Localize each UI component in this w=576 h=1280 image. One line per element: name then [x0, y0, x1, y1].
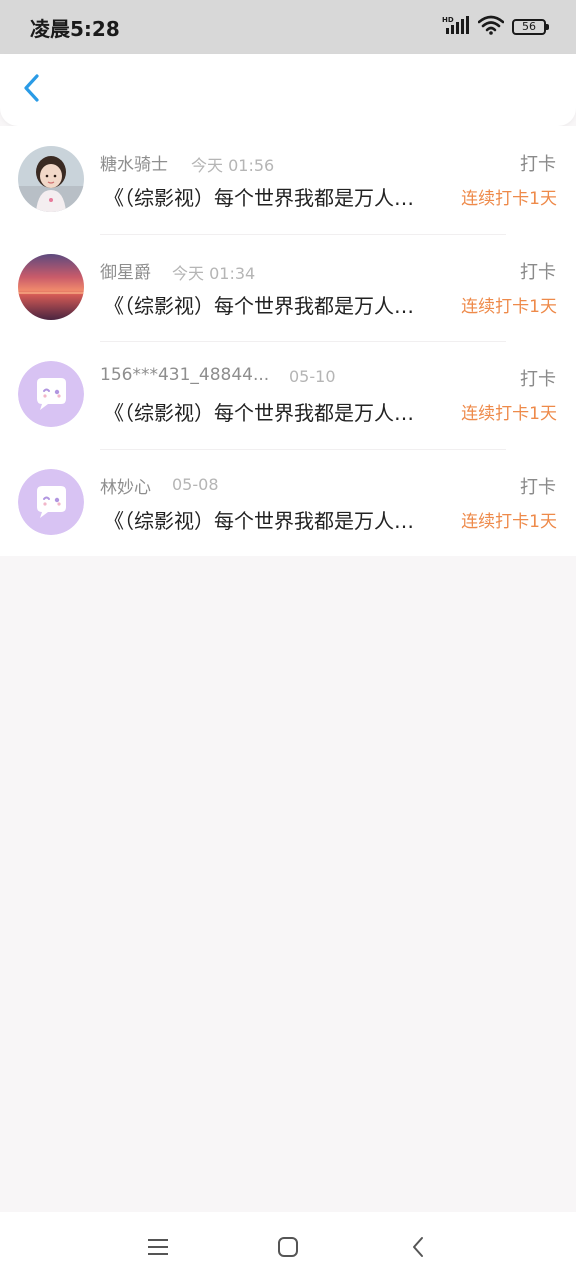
- battery-icon: 56: [512, 19, 549, 35]
- list-item[interactable]: 林妙心 05-08 《（综影视）每个世界我都是万人… 打卡 连续打卡1天: [0, 448, 576, 557]
- streak-label: 连续打卡1天: [461, 404, 557, 424]
- status-bar: 凌晨5:28 HD 56: [0, 0, 576, 54]
- list-item[interactable]: 御星爵 今天 01:34 《（综影视）每个世界我都是万人… 打卡 连续打卡1天: [0, 233, 576, 342]
- back-button[interactable]: [14, 72, 50, 108]
- hd-signal-icon: HD: [442, 15, 470, 39]
- menu-icon[interactable]: [143, 1232, 173, 1262]
- back-triangle-icon[interactable]: [403, 1232, 433, 1262]
- activity-type: 打卡: [520, 476, 556, 498]
- post-time: 05-08: [172, 474, 219, 494]
- status-icons: HD 56: [442, 15, 549, 39]
- activity-type: 打卡: [520, 261, 556, 283]
- book-title: 《（综影视）每个世界我都是万人…: [104, 401, 414, 425]
- chat-bubble-icon: [18, 361, 84, 427]
- activity-type: 打卡: [520, 369, 556, 390]
- user-name: 林妙心: [100, 477, 151, 498]
- book-title: 《（综影视）每个世界我都是万人…: [104, 508, 414, 533]
- post-time: 今天 01:34: [172, 263, 256, 283]
- avatar[interactable]: [18, 468, 84, 535]
- chat-bubble-icon: [18, 468, 84, 535]
- avatar[interactable]: [18, 146, 84, 212]
- user-name: 御星爵: [100, 262, 151, 283]
- avatar[interactable]: [18, 253, 84, 320]
- home-square-icon[interactable]: [273, 1232, 303, 1262]
- avatar[interactable]: [18, 361, 84, 427]
- list-item[interactable]: 156***431_48844... 05-10 《（综影视）每个世界我都是万人…: [0, 341, 576, 449]
- chevron-left-icon: [22, 73, 42, 107]
- post-time: 今天 01:56: [191, 156, 275, 175]
- system-nav-bar: [0, 1212, 576, 1280]
- book-title: 《（综影视）每个世界我都是万人…: [104, 293, 414, 318]
- wifi-icon: [477, 15, 505, 39]
- svg-text:HD: HD: [442, 16, 454, 24]
- status-time: 凌晨5:28: [30, 16, 120, 41]
- activity-type: 打卡: [520, 154, 556, 175]
- streak-label: 连续打卡1天: [461, 296, 557, 317]
- list-item[interactable]: 糖水骑士 今天 01:56 《（综影视）每个世界我都是万人… 打卡 连续打卡1天: [0, 126, 576, 234]
- post-time: 05-10: [289, 367, 336, 386]
- checkin-list: 糖水骑士 今天 01:56 《（综影视）每个世界我都是万人… 打卡 连续打卡1天: [0, 126, 576, 556]
- top-bar: [0, 54, 576, 126]
- streak-label: 连续打卡1天: [461, 511, 557, 532]
- streak-label: 连续打卡1天: [461, 189, 557, 209]
- user-name: 156***431_48844...: [100, 365, 270, 385]
- user-name: 糖水骑士: [100, 155, 168, 175]
- book-title: 《（综影视）每个世界我都是万人…: [104, 186, 414, 210]
